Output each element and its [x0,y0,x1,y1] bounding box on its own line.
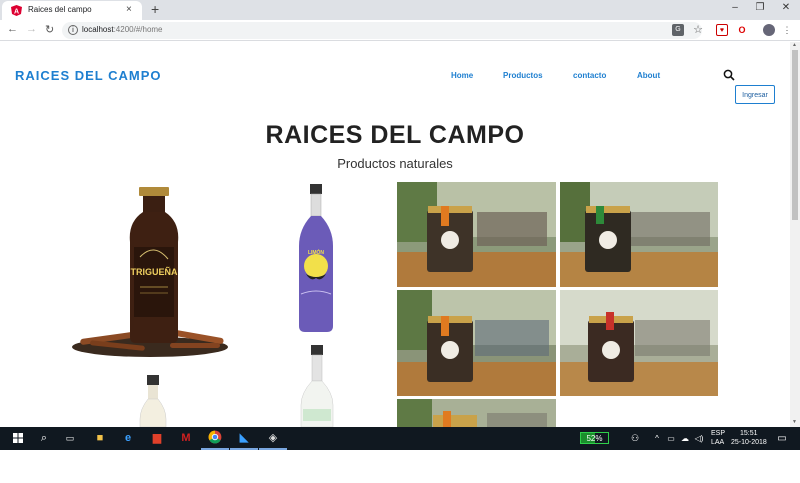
search-icon[interactable]: ⌕ [30,427,58,450]
cloud-icon[interactable]: ☁ [678,427,692,450]
clock-date[interactable]: 25-10-2018 [731,439,767,447]
reload-icon[interactable]: ↻ [45,23,54,36]
profile-avatar-icon[interactable] [763,24,775,36]
battery-indicator[interactable]: 52% [580,432,609,444]
web-page: RAICES DEL CAMPO Home Productos contacto… [0,42,790,427]
notifications-icon[interactable]: ▭ [772,427,792,450]
bottle-label-text: TRIGUEÑA [131,267,179,277]
product-photo-3[interactable] [397,290,556,396]
mcafee-icon[interactable]: M [172,427,200,450]
chrome-icon[interactable] [201,427,229,450]
translate-icon[interactable]: G [672,24,684,36]
product-photo-1[interactable] [397,182,556,287]
scroll-thumb[interactable] [792,50,798,220]
windows-start-icon[interactable] [4,427,32,450]
edge-icon[interactable]: e [114,427,142,450]
acrobat-icon[interactable]: ▆ [143,427,171,450]
nav-about[interactable]: About [637,71,660,80]
language-code[interactable]: ESP [711,430,725,438]
chevron-up-icon[interactable]: ^ [650,427,664,450]
people-icon[interactable]: ⚇ [625,427,645,450]
minimize-button[interactable]: – [727,2,743,13]
tab-close-icon[interactable]: × [126,4,132,15]
scroll-down-arrow-icon[interactable]: ▼ [792,419,797,425]
bottle-label-text: LIMÓN [308,248,324,256]
product-image-triguena[interactable]: TRIGUEÑA [70,187,230,362]
hero-title: RAICES DEL CAMPO [265,121,525,149]
info-icon[interactable]: i [68,25,78,35]
scroll-up-arrow-icon[interactable]: ▲ [792,42,797,48]
menu-dots-icon[interactable]: ⋮ [781,24,793,36]
nav-contacto[interactable]: contacto [573,71,606,80]
browser-tab-bar: A Raices del campo × + – ❐ ✕ [0,0,800,20]
product-image-bottle-4[interactable] [297,345,337,427]
windows-taskbar: ⌕ ▭ ■ e ▆ M ◣ ◈ 52% ⚇ ^ ▭ ☁ ◁) ESP LAA 1… [0,427,800,450]
bookmark-star-icon[interactable]: ☆ [692,24,704,36]
product-photo-2[interactable] [560,182,718,287]
app-icon[interactable]: ◈ [259,427,287,450]
clock-time[interactable]: 15:51 [740,430,758,438]
page-scrollbar[interactable]: ▲ ▼ [790,42,800,427]
product-photo-5[interactable] [397,399,556,427]
vscode-icon[interactable]: ◣ [230,427,258,450]
product-image-bottle-3[interactable] [138,375,168,427]
nav-home[interactable]: Home [451,71,473,80]
new-tab-button[interactable]: + [151,1,159,17]
keyboard-layout[interactable]: LAA [711,439,724,447]
battery-percent: 52% [586,434,603,443]
angular-icon: A [11,5,22,16]
svg-text:A: A [14,9,19,16]
address-bar[interactable]: i localhost:4200/#/home [62,22,702,39]
screenshot-margin [0,450,800,483]
hero-subtitle: Productos naturales [337,156,453,171]
file-explorer-icon[interactable]: ■ [86,427,114,450]
url-text: localhost:4200/#/home [82,25,163,34]
browser-toolbar: ← → ↻ i localhost:4200/#/home G ☆ ♥ O ⋮ [0,20,800,41]
battery-tray-icon[interactable]: ▭ [664,427,678,450]
back-arrow-icon[interactable]: ← [7,23,18,35]
maximize-button[interactable]: ❐ [752,2,768,13]
product-image-limon[interactable]: LIMÓN [293,184,339,334]
login-button[interactable]: Ingresar [735,85,775,104]
close-window-button[interactable]: ✕ [778,2,794,13]
task-view-icon[interactable]: ▭ [56,427,84,450]
volume-icon[interactable]: ◁) [692,427,706,450]
tab-title: Raices del campo [28,5,92,14]
search-icon[interactable] [723,69,735,81]
nav-productos[interactable]: Productos [503,71,543,80]
pocket-icon[interactable]: ♥ [716,24,728,36]
opera-icon[interactable]: O [736,24,748,36]
forward-arrow-icon[interactable]: → [26,23,37,35]
site-brand[interactable]: RAICES DEL CAMPO [15,68,162,83]
product-photo-4[interactable] [560,290,718,396]
browser-tab[interactable]: A Raices del campo × [2,1,142,20]
